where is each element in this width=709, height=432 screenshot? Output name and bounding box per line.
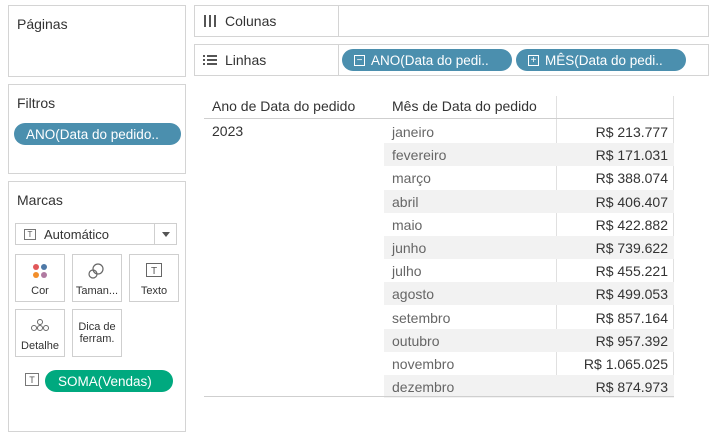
rows-pill-year[interactable]: − ANO(Data do pedi.. <box>342 49 512 71</box>
month-cell: agosto <box>392 286 435 303</box>
filters-card[interactable]: Filtros ANO(Data do pedido.. <box>8 84 186 174</box>
mark-type-dropdown[interactable]: T Automático <box>15 223 177 245</box>
table-row[interactable]: março R$ 388.074 <box>384 166 674 189</box>
month-cell: dezembro <box>392 379 455 396</box>
color-icon <box>32 263 48 282</box>
table-row[interactable]: outubro R$ 957.392 <box>384 328 674 352</box>
columns-shelf[interactable]: Colunas <box>194 5 709 37</box>
month-cell: outubro <box>392 332 440 349</box>
filter-pill-year[interactable]: ANO(Data do pedido.. <box>14 123 181 145</box>
marks-title: Marcas <box>17 192 63 208</box>
sales-value-cell: R$ 422.882 <box>595 216 668 233</box>
sales-value-cell: R$ 406.407 <box>595 193 668 210</box>
table-row[interactable]: junho R$ 739.622 <box>384 236 674 259</box>
tooltip-label: Dica de ferram. <box>78 321 116 345</box>
text-table-view[interactable]: Ano de Data do pedido Mês de Data do ped… <box>204 96 674 399</box>
month-cell: abril <box>392 193 419 210</box>
header-year: Ano de Data do pedido <box>212 98 356 114</box>
pages-card[interactable]: Páginas <box>8 5 186 77</box>
detail-icon <box>31 318 49 335</box>
month-cell: março <box>392 170 431 187</box>
measure-pill-label: SOMA(Vendas) <box>58 373 152 389</box>
table-bottom-line <box>204 396 674 397</box>
mark-type-value: Automático <box>44 226 110 242</box>
color-label: Cor <box>31 285 49 297</box>
table-row[interactable]: maio R$ 422.882 <box>384 213 674 236</box>
rows-shelf-label: Linhas <box>195 45 339 75</box>
color-button[interactable]: Cor <box>15 254 65 302</box>
sales-value-cell: R$ 957.392 <box>595 332 668 349</box>
sales-value-cell: R$ 171.031 <box>595 147 668 164</box>
month-cell: fevereiro <box>392 147 447 164</box>
svg-text:T: T <box>151 266 157 277</box>
text-label: Texto <box>140 285 168 297</box>
tooltip-button[interactable]: Dica de ferram. <box>72 309 122 357</box>
month-cell: maio <box>392 216 423 233</box>
rows-pill-month[interactable]: + MÊS(Data do pedi.. <box>516 49 686 71</box>
table-row[interactable]: julho R$ 455.221 <box>384 259 674 282</box>
detail-label: Detalhe <box>21 340 59 352</box>
rows-pill-month-label: MÊS(Data do pedi.. <box>545 52 663 68</box>
sales-value-cell: R$ 213.777 <box>595 124 668 140</box>
size-icon <box>88 263 106 282</box>
sales-value-cell: R$ 455.221 <box>595 263 668 280</box>
table-row[interactable]: setembro R$ 857.164 <box>384 306 674 329</box>
size-button[interactable]: Taman... <box>72 254 122 302</box>
month-cell: novembro <box>392 356 455 372</box>
columns-label-text: Colunas <box>225 13 277 29</box>
sales-value-cell: R$ 499.053 <box>595 286 668 303</box>
filters-title: Filtros <box>17 95 56 111</box>
month-cell: junho <box>392 240 427 256</box>
text-icon: T <box>146 263 162 280</box>
measure-pill-sum-sales[interactable]: SOMA(Vendas) <box>45 370 173 392</box>
month-cell: setembro <box>392 309 451 326</box>
table-row[interactable]: agosto R$ 499.053 <box>384 282 674 306</box>
table-row[interactable]: janeiro R$ 213.777 <box>384 120 674 143</box>
rows-label-text: Linhas <box>225 52 267 68</box>
month-cell: julho <box>392 263 422 280</box>
header-month: Mês de Data do pedido <box>392 98 537 114</box>
sales-value-cell: R$ 739.622 <box>595 240 668 256</box>
marks-card[interactable]: Marcas <box>8 181 186 432</box>
text-mark-icon: T <box>25 373 39 386</box>
collapse-icon[interactable]: − <box>354 54 365 66</box>
header-divider <box>204 118 674 119</box>
sales-value-cell: R$ 874.973 <box>595 379 668 396</box>
pages-title: Páginas <box>17 16 68 32</box>
table-row[interactable]: abril R$ 406.407 <box>384 189 674 213</box>
filter-pill-label: ANO(Data do pedido.. <box>26 126 159 142</box>
table-row[interactable]: novembro R$ 1.065.025 <box>384 352 674 375</box>
table-row[interactable]: fevereiro R$ 171.031 <box>384 143 674 167</box>
rows-pill-year-label: ANO(Data do pedi.. <box>371 52 489 68</box>
rows-icon <box>203 53 217 67</box>
detail-button[interactable]: Detalhe <box>15 309 65 357</box>
expand-icon[interactable]: + <box>528 54 539 66</box>
columns-shelf-label: Colunas <box>195 6 339 36</box>
month-cell: janeiro <box>392 124 435 140</box>
sales-value-cell: R$ 388.074 <box>595 170 668 187</box>
table-row[interactable]: dezembro R$ 874.973 <box>384 375 674 399</box>
text-button[interactable]: T Texto <box>129 254 179 302</box>
sales-value-cell: R$ 857.164 <box>595 309 668 326</box>
sales-value-cell: R$ 1.065.025 <box>583 356 668 372</box>
chevron-down-icon[interactable] <box>154 224 176 244</box>
text-mark-icon: T <box>24 228 36 240</box>
year-cell: 2023 <box>212 123 244 139</box>
size-label: Taman... <box>75 285 119 297</box>
columns-icon <box>203 14 217 28</box>
